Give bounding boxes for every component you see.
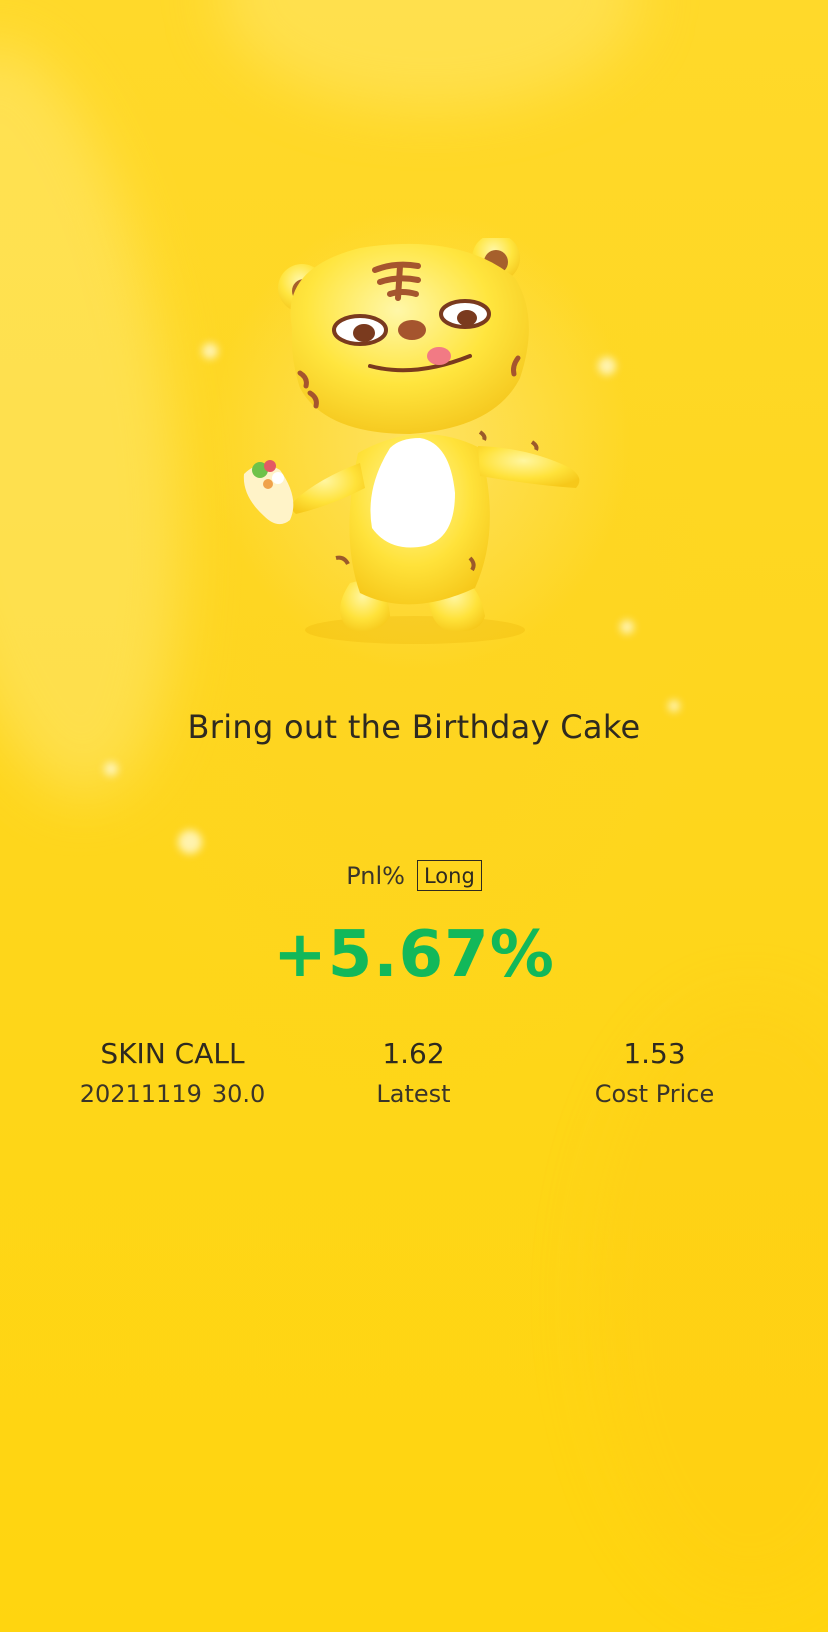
background-haze	[0, 25, 222, 815]
instrument-strike: 30.0	[211, 1080, 266, 1108]
instrument-name: SKIN CALL	[100, 1037, 245, 1070]
background-haze	[220, 0, 640, 110]
position-stats: SKIN CALL 20211119 30.0 1.62 Latest 1.53 …	[52, 1034, 776, 1114]
instrument-detail: 20211119 30.0	[52, 1074, 293, 1114]
instrument-expiry: 20211119	[79, 1080, 202, 1108]
cost-price-label: Cost Price	[594, 1080, 715, 1108]
pnl-label: Pnl%	[346, 861, 405, 890]
sparkle	[202, 343, 218, 359]
sparkle	[620, 620, 634, 634]
sparkle	[104, 762, 118, 776]
latest-price-value: 1.62	[382, 1037, 445, 1070]
latest-price-label: Latest	[376, 1080, 451, 1108]
share-card: Bring out the Birthday Cake Pnl% Long +5…	[0, 0, 828, 1632]
tiger-mascot-icon	[240, 238, 610, 658]
instrument-stat: SKIN CALL 20211119 30.0	[52, 1034, 293, 1114]
latest-price-stat: 1.62 Latest	[293, 1034, 534, 1114]
pnl-header: Pnl% Long	[0, 860, 828, 891]
cost-price-stat: 1.53 Cost Price	[534, 1034, 775, 1114]
achievement-caption: Bring out the Birthday Cake	[187, 708, 641, 746]
position-direction-badge: Long	[416, 860, 482, 891]
sparkle	[178, 830, 202, 854]
cost-price-value: 1.53	[623, 1037, 686, 1070]
pnl-percentage: +5.67%	[273, 918, 555, 992]
